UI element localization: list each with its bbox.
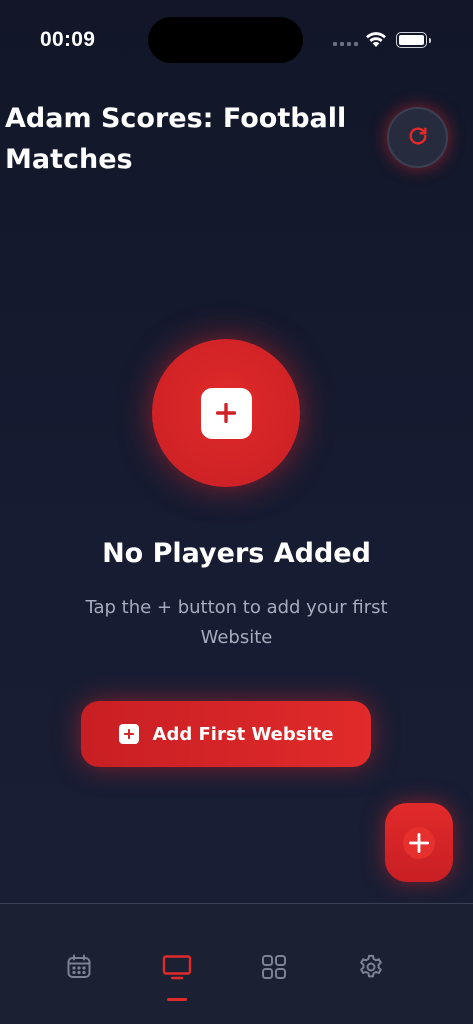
plus-square-icon (200, 387, 252, 439)
empty-state-illustration (152, 339, 300, 487)
add-first-website-label: Add First Website (152, 723, 334, 745)
calendar-icon (65, 953, 93, 985)
grid-icon (260, 953, 288, 985)
tab-grid[interactable] (259, 954, 289, 984)
wifi-icon (365, 30, 387, 52)
page-title: Adam Scores: Football Matches (5, 103, 347, 175)
empty-state-title: No Players Added (102, 538, 371, 569)
status-bar: 00:09 (0, 0, 473, 80)
gear-icon (357, 953, 385, 985)
battery-icon (396, 32, 431, 48)
tab-settings[interactable] (356, 954, 386, 984)
plus-icon (403, 826, 435, 859)
add-fab-button[interactable] (385, 803, 453, 882)
empty-state-subtitle: Tap the + button to add your first Websi… (85, 597, 388, 648)
refresh-icon (407, 125, 429, 151)
status-time: 00:09 (40, 28, 96, 51)
tab-calendar[interactable] (64, 954, 94, 984)
active-tab-indicator (167, 998, 187, 1001)
refresh-button[interactable] (387, 107, 448, 168)
dynamic-island (148, 17, 303, 63)
add-first-website-button[interactable]: Add First Website (81, 701, 371, 767)
cellular-signal-icon (333, 42, 358, 46)
tv-icon (162, 953, 192, 985)
tab-tv[interactable] (162, 954, 192, 984)
bottom-tab-bar (0, 903, 473, 1024)
plus-square-icon (118, 724, 139, 744)
